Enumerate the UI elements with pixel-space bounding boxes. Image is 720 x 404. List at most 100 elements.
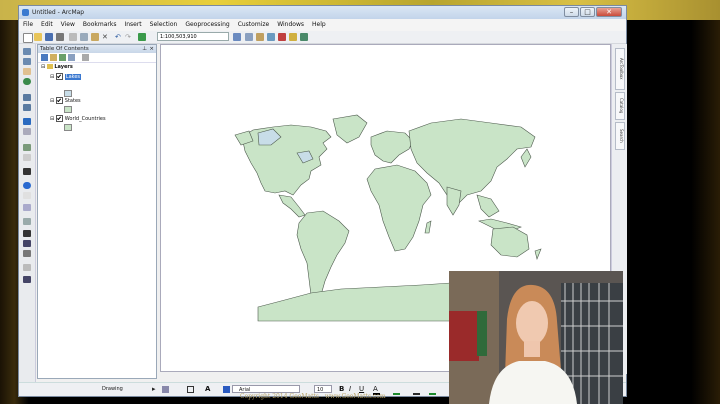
identify-icon[interactable] [23,182,31,189]
fill-color-icon[interactable] [393,386,400,395]
bold-icon[interactable]: B [339,386,346,393]
time-slider-icon[interactable] [23,264,31,271]
toc-header: Table Of Contents ⊥ × [38,45,156,53]
measure-icon[interactable] [23,218,31,225]
italic-icon[interactable]: I [349,386,356,393]
select-elements-arrow-icon[interactable]: ▸ [152,386,159,393]
menu-customize[interactable]: Customize [234,19,274,31]
font-select[interactable]: Arial [232,385,300,393]
python-icon[interactable] [289,33,297,41]
cut-icon[interactable] [69,33,77,41]
zoom-in-icon[interactable] [23,48,31,55]
text-icon[interactable]: A [205,386,212,393]
catalog-icon[interactable] [256,33,264,41]
lakes-visibility-checkbox[interactable] [55,73,63,80]
states-visibility-checkbox[interactable] [55,97,63,104]
close-button[interactable]: ✕ [596,7,622,17]
minimize-button[interactable]: – [564,7,579,17]
arctoolbox-tab[interactable]: ArcToolbox [615,48,625,90]
delete-icon[interactable]: ✕ [102,33,110,41]
toc-toolbar [38,53,156,63]
maximize-button[interactable]: □ [580,7,595,17]
marker-color-icon[interactable] [429,386,436,395]
html-popup-icon[interactable] [23,204,31,211]
world-countries-visibility-checkbox[interactable] [55,115,63,122]
forward-extent-icon[interactable] [23,128,31,135]
go-to-xy-icon[interactable] [23,250,31,257]
font-size-select[interactable]: 10 [314,385,332,393]
drawing-menu[interactable]: Drawing [102,383,123,396]
europe [370,130,414,164]
rotate-icon[interactable] [162,386,169,393]
map-scale-input[interactable]: 1:100,503,910 [157,32,229,41]
find-icon[interactable] [23,230,31,237]
toc-layer-states[interactable]: ⊟ States [50,97,81,105]
states-symbol-swatch[interactable] [64,106,72,113]
menu-help[interactable]: Help [308,19,330,31]
layers-folder-icon [46,64,53,69]
list-by-visibility-icon[interactable] [59,54,66,61]
lakes-symbol-swatch[interactable] [64,90,72,97]
states-layer-label[interactable]: States [65,98,81,104]
fixed-zoom-out-icon[interactable] [23,104,31,111]
add-data-icon[interactable] [138,33,146,41]
toc-layer-world-countries[interactable]: ⊟ World_Countries [50,115,106,123]
redo-icon[interactable]: ↷ [125,33,133,41]
hyperlink-icon[interactable] [23,192,31,199]
editor-icon[interactable] [233,33,241,41]
clear-selection-icon[interactable] [23,154,31,161]
toc-close-icon[interactable]: × [149,45,154,53]
new-icon[interactable] [23,33,33,43]
full-extent-icon[interactable] [23,78,31,85]
find-route-icon[interactable] [23,240,31,247]
save-icon[interactable] [45,33,53,41]
toc-layers-root[interactable]: ⊟ Layers [41,64,73,71]
menu-geoprocessing[interactable]: Geoprocessing [181,19,233,31]
pan-icon[interactable] [23,68,31,75]
list-by-selection-icon[interactable] [68,54,75,61]
underline-icon[interactable]: U [359,386,366,393]
rectangle-icon[interactable] [187,386,194,393]
menu-bar: File Edit View Bookmarks Insert Selection Geop… [19,19,626,31]
arcmap-app-icon [22,9,29,16]
menu-selection[interactable]: Selection [146,19,182,31]
menu-windows[interactable]: Windows [273,19,308,31]
menu-edit[interactable]: Edit [37,19,57,31]
search-tab[interactable]: Search [615,122,625,150]
lakes-layer-label[interactable]: Lakes [64,74,82,80]
open-icon[interactable] [34,33,42,41]
font-color-icon[interactable] [223,386,230,393]
catalog-tab[interactable]: Catalog [615,92,625,120]
menu-view[interactable]: View [57,19,79,31]
undo-icon[interactable]: ↶ [115,33,123,41]
india [446,186,462,216]
menu-file[interactable]: File [19,19,37,31]
menu-insert[interactable]: Insert [120,19,145,31]
world-countries-symbol-swatch[interactable] [64,124,72,131]
table-of-contents-icon[interactable] [245,33,253,41]
southeast-asia [476,194,500,218]
print-icon[interactable] [56,33,64,41]
select-features-icon[interactable] [23,144,31,151]
world-countries-layer-label[interactable]: World_Countries [65,116,106,122]
select-elements-icon[interactable] [23,168,31,175]
zoom-out-icon[interactable] [23,58,31,65]
modelbuilder-icon[interactable] [300,33,308,41]
arctoolbox-icon[interactable] [278,33,286,41]
create-viewer-icon[interactable] [23,276,31,283]
toc-options-icon[interactable] [82,54,89,61]
search-icon[interactable] [267,33,275,41]
menu-bookmarks[interactable]: Bookmarks [79,19,121,31]
toc-layer-lakes[interactable]: ⊟ Lakes [50,73,82,81]
fixed-zoom-in-icon[interactable] [23,94,31,101]
greenland [332,114,368,144]
africa [366,164,432,252]
tools-toolbar [19,44,36,396]
toc-pin-icon[interactable]: ⊥ [142,45,147,53]
list-by-drawing-order-icon[interactable] [41,54,48,61]
copy-icon[interactable] [80,33,88,41]
paste-icon[interactable] [91,33,99,41]
back-extent-icon[interactable] [23,118,31,125]
line-color-icon[interactable] [413,386,420,395]
list-by-source-icon[interactable] [50,54,57,61]
